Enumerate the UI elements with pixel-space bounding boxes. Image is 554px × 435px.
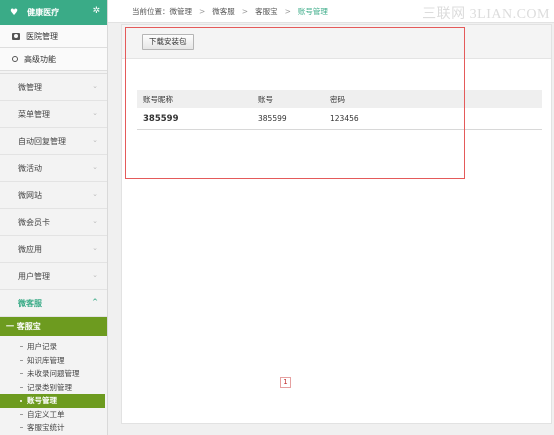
menu-item-activity[interactable]: 微活动 ⌄ bbox=[0, 155, 107, 182]
chevron-down-icon: ⌄ bbox=[92, 244, 98, 252]
chevron-down-icon: ⌄ bbox=[92, 190, 98, 198]
menu-item-member-card[interactable]: 微会员卡 ⌄ bbox=[0, 209, 107, 236]
menu-label: 用户管理 bbox=[18, 271, 50, 281]
submenu-item-unrecorded-questions[interactable]: 未收录问题管理 bbox=[0, 367, 107, 381]
breadcrumb-separator: > bbox=[199, 6, 206, 16]
sidebar-link-hospital[interactable]: 医院管理 bbox=[0, 25, 107, 48]
submenu-label: 记录类别管理 bbox=[27, 382, 72, 392]
menu-label: 微网站 bbox=[18, 190, 42, 200]
chevron-down-icon: ⌄ bbox=[92, 136, 98, 144]
menu-item-micro-manage[interactable]: 微管理 ⌄ bbox=[0, 74, 107, 101]
toolbar: 下载安装包 bbox=[122, 25, 551, 59]
submenu-item-knowledge-base[interactable]: 知识库管理 bbox=[0, 354, 107, 368]
chevron-down-icon: ⌄ bbox=[92, 109, 98, 117]
download-package-button[interactable]: 下载安装包 bbox=[142, 34, 194, 50]
submenu-label: 用户记录 bbox=[27, 342, 57, 352]
heart-icon: ♥ bbox=[10, 7, 19, 18]
submenu-label: 自定义工单 bbox=[27, 409, 65, 419]
submenu-label: 账号管理 bbox=[27, 396, 57, 406]
menu-label: 微会员卡 bbox=[18, 217, 50, 227]
camera-icon bbox=[12, 32, 20, 40]
sidebar-link-label: 医院管理 bbox=[26, 31, 58, 41]
menu-label: 微客服 bbox=[18, 298, 42, 308]
menu-label: 微活动 bbox=[18, 163, 42, 173]
breadcrumb-item[interactable]: 微管理 bbox=[170, 6, 193, 17]
breadcrumb-prefix: 当前位置： bbox=[132, 6, 170, 16]
main-area: 当前位置： 微管理 > 微客服 > 客服宝 > 账号管理 三联网 3LIAN.C… bbox=[108, 0, 554, 435]
menu-item-website[interactable]: 微网站 ⌄ bbox=[0, 182, 107, 209]
menu-label: 自动回复管理 bbox=[18, 136, 66, 146]
chevron-up-icon: ^ bbox=[92, 298, 98, 306]
menu-label: 菜单管理 bbox=[18, 109, 50, 119]
chevron-down-icon: ⌄ bbox=[92, 82, 98, 90]
column-header-password: 密码 bbox=[330, 94, 345, 104]
table-row[interactable]: 385599 385599 123456 bbox=[137, 108, 542, 130]
sidebar-link-label: 高级功能 bbox=[24, 54, 56, 64]
menu-label: 微应用 bbox=[18, 244, 42, 254]
menu-item-apps[interactable]: 微应用 ⌄ bbox=[0, 236, 107, 263]
cell-nickname: 385599 bbox=[143, 113, 179, 124]
submenu-header[interactable]: 一 客服宝 bbox=[0, 317, 107, 336]
gear-icon[interactable]: ✲ bbox=[92, 6, 100, 16]
chevron-down-icon: ⌄ bbox=[92, 163, 98, 171]
menu-item-menu-manage[interactable]: 菜单管理 ⌄ bbox=[0, 101, 107, 128]
brand-title: 健康医疗 bbox=[27, 8, 60, 17]
submenu-label: 知识库管理 bbox=[27, 355, 65, 365]
chevron-down-icon: ⌄ bbox=[92, 217, 98, 225]
column-header-account: 账号 bbox=[258, 94, 273, 104]
breadcrumb-item[interactable]: 客服宝 bbox=[255, 6, 278, 17]
breadcrumb-separator: > bbox=[284, 6, 291, 16]
breadcrumb-current: 账号管理 bbox=[297, 6, 328, 16]
brand-header: ♥ 健康医疗 ✲ bbox=[0, 0, 107, 25]
menu-label: 微管理 bbox=[18, 82, 42, 92]
submenu-label: 未收录问题管理 bbox=[27, 369, 80, 379]
accounts-table: 账号昵称 账号 密码 385599 385599 123456 bbox=[137, 90, 542, 130]
breadcrumb-separator: > bbox=[241, 6, 249, 16]
submenu-item-user-records[interactable]: 用户记录 bbox=[0, 340, 107, 354]
submenu-item-custom-tickets[interactable]: 自定义工单 bbox=[0, 408, 107, 422]
menu-item-customer-service[interactable]: 微客服 ^ bbox=[0, 290, 107, 317]
cell-password: 123456 bbox=[330, 114, 359, 123]
submenu-label: 客服宝统计 bbox=[27, 423, 65, 433]
submenu-item-account-manage[interactable]: 账号管理 bbox=[0, 394, 105, 408]
submenu-item-record-categories[interactable]: 记录类别管理 bbox=[0, 381, 107, 395]
table-header: 账号昵称 账号 密码 bbox=[137, 90, 542, 108]
submenu-item-statistics[interactable]: 客服宝统计 bbox=[0, 421, 107, 435]
menu-item-user-manage[interactable]: 用户管理 ⌄ bbox=[0, 263, 107, 290]
menu-item-auto-reply[interactable]: 自动回复管理 ⌄ bbox=[0, 128, 107, 155]
people-icon bbox=[12, 56, 18, 62]
breadcrumb-item[interactable]: 微客服 bbox=[212, 6, 235, 17]
column-header-nickname: 账号昵称 bbox=[143, 94, 173, 104]
submenu-list: 用户记录 知识库管理 未收录问题管理 记录类别管理 账号管理 自定义工单 客服宝… bbox=[0, 336, 107, 435]
chevron-down-icon: ⌄ bbox=[92, 271, 98, 279]
cell-account: 385599 bbox=[258, 114, 287, 123]
watermark: 三联网 3LIAN.COM bbox=[422, 7, 550, 22]
content-panel: 下载安装包 账号昵称 账号 密码 385599 385599 123456 1 bbox=[121, 24, 552, 424]
pagination-page[interactable]: 1 bbox=[280, 377, 291, 388]
sidebar-link-advanced[interactable]: 高级功能 bbox=[0, 48, 107, 71]
sidebar: ♥ 健康医疗 ✲ 医院管理 高级功能 微管理 ⌄ 菜单管理 ⌄ 自动回复管理 ⌄… bbox=[0, 0, 108, 435]
